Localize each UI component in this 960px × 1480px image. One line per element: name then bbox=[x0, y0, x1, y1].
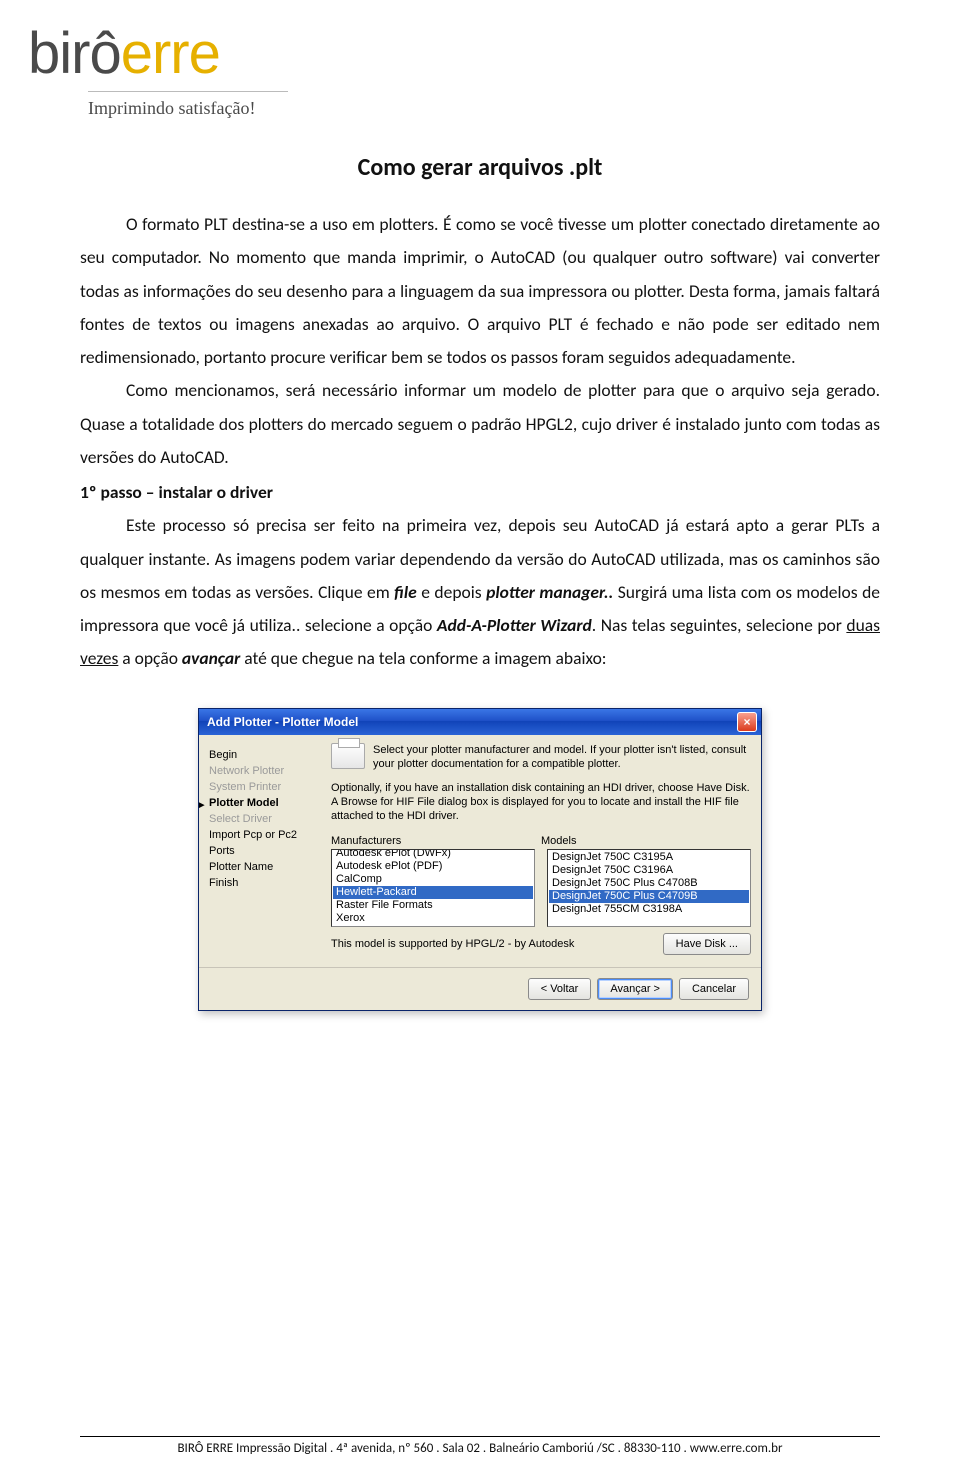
step-system-printer: System Printer bbox=[209, 779, 319, 795]
dialog-main: Select your plotter manufacturer and mod… bbox=[331, 743, 751, 955]
option-avancar: avançar bbox=[182, 647, 240, 669]
option-add-a-plotter: Add-A-Plotter Wizard bbox=[437, 614, 592, 636]
menu-plotter-manager: plotter manager.. bbox=[486, 581, 618, 603]
paragraph-1: O formato PLT destina-se a uso em plotte… bbox=[80, 208, 880, 374]
menu-file: file bbox=[394, 581, 417, 603]
logo: birôerre bbox=[28, 20, 932, 87]
step-begin: Begin bbox=[209, 747, 319, 763]
model-row[interactable]: DesignJet 750C Plus C4709B bbox=[549, 890, 749, 903]
model-row[interactable]: DesignJet 750C C3195A bbox=[549, 851, 749, 864]
step-ports: Ports bbox=[209, 843, 319, 859]
p3-mid: e depois bbox=[417, 581, 486, 603]
manufacturer-row[interactable]: Xerox bbox=[333, 912, 533, 925]
step-select-driver: Select Driver bbox=[209, 811, 319, 827]
add-plotter-dialog: Add Plotter - Plotter Model × Begin Netw… bbox=[198, 708, 762, 1011]
close-icon: × bbox=[743, 715, 750, 729]
manufacturer-row[interactable]: Autodesk ePlot (PDF) bbox=[333, 860, 533, 873]
printer-icon bbox=[331, 743, 365, 769]
label-models: Models bbox=[541, 835, 751, 847]
manufacturer-row[interactable]: CalComp bbox=[333, 873, 533, 886]
paragraph-3: Este processo só precisa ser feito na pr… bbox=[80, 509, 880, 675]
model-row[interactable]: DesignJet 750C C3196A bbox=[549, 864, 749, 877]
model-row[interactable]: DesignJet 755CM C3198A bbox=[549, 903, 749, 916]
step-plotter-name: Plotter Name bbox=[209, 859, 319, 875]
back-button[interactable]: < Voltar bbox=[528, 978, 592, 1000]
close-button[interactable]: × bbox=[737, 712, 757, 732]
document-header: birôerre Imprimindo satisfação! bbox=[0, 0, 960, 127]
dialog-message-2: Optionally, if you have an installation … bbox=[331, 781, 751, 823]
step-import-pcp: Import Pcp or Pc2 bbox=[209, 827, 319, 843]
step-plotter-model: Plotter Model bbox=[209, 795, 319, 811]
dialog-footer: < Voltar Avançar > Cancelar bbox=[199, 967, 761, 1010]
step-finish: Finish bbox=[209, 875, 319, 891]
p3-e: até que chegue na tela conforme a imagem… bbox=[240, 647, 606, 669]
cancel-button[interactable]: Cancelar bbox=[679, 978, 749, 1000]
manufacturers-listbox[interactable]: Autodesk ePlot (DWF)Autodesk ePlot (DWFx… bbox=[331, 849, 535, 927]
document-body: Como gerar arquivos .plt O formato PLT d… bbox=[0, 127, 960, 1011]
wizard-steps: Begin Network Plotter System Printer Plo… bbox=[209, 743, 319, 955]
page-title: Como gerar arquivos .plt bbox=[80, 153, 880, 182]
page-footer: BIRÔ ERRE Impressão Digital . 4ª avenida… bbox=[80, 1436, 880, 1456]
tagline: Imprimindo satisfação! bbox=[88, 98, 932, 119]
logo-left: birô bbox=[28, 20, 121, 87]
logo-right: erre bbox=[121, 20, 220, 87]
footer-text: BIRÔ ERRE Impressão Digital . 4ª avenida… bbox=[80, 1441, 880, 1456]
next-button[interactable]: Avançar > bbox=[597, 978, 673, 1000]
dialog-message-1: Select your plotter manufacturer and mod… bbox=[373, 743, 751, 771]
dialog-titlebar[interactable]: Add Plotter - Plotter Model × bbox=[199, 709, 761, 735]
models-listbox[interactable]: DesignJet 750C C3195ADesignJet 750C C319… bbox=[547, 849, 751, 927]
manufacturer-row[interactable]: Autodesk ePlot (DWFx) bbox=[333, 849, 533, 860]
label-manufacturers: Manufacturers bbox=[331, 835, 541, 847]
supported-text: This model is supported by HPGL/2 - by A… bbox=[331, 938, 574, 950]
p3-d: a opção bbox=[118, 647, 182, 669]
model-row[interactable]: DesignJet 750C Plus C4708B bbox=[549, 877, 749, 890]
logo-rule bbox=[88, 91, 288, 92]
step-title: 1º passo – instalar o driver bbox=[80, 476, 880, 509]
paragraph-2: Como mencionamos, será necessário inform… bbox=[80, 374, 880, 474]
dialog-title: Add Plotter - Plotter Model bbox=[207, 715, 358, 729]
manufacturer-row[interactable]: Raster File Formats bbox=[333, 899, 533, 912]
have-disk-button[interactable]: Have Disk ... bbox=[663, 933, 751, 955]
manufacturer-row[interactable]: Hewlett-Packard bbox=[333, 886, 533, 899]
step-network-plotter: Network Plotter bbox=[209, 763, 319, 779]
p3-c: . Nas telas seguintes, selecione por bbox=[592, 614, 847, 636]
footer-rule bbox=[80, 1436, 880, 1437]
